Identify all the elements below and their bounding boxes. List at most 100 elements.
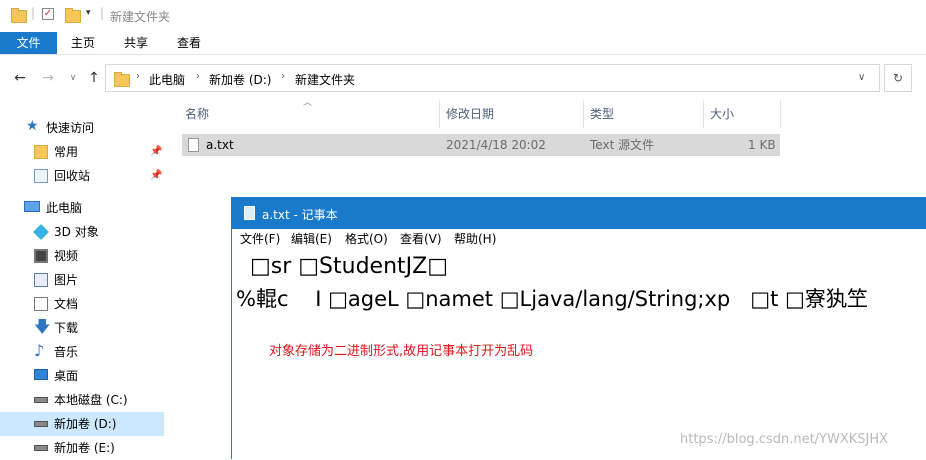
desktop-icon bbox=[34, 369, 48, 380]
notepad-icon bbox=[244, 206, 255, 220]
drive-icon bbox=[34, 445, 48, 451]
column-divider[interactable] bbox=[780, 100, 781, 128]
sidebar-item-label: 回收站 bbox=[54, 169, 91, 183]
tab-home[interactable]: 主页 bbox=[63, 32, 103, 54]
sidebar-item-drive-d[interactable]: 新加卷 (D:) bbox=[0, 412, 164, 436]
column-divider[interactable] bbox=[439, 100, 440, 128]
breadcrumb-separator[interactable]: › bbox=[281, 71, 285, 82]
column-header-size[interactable]: 大小 bbox=[710, 100, 734, 128]
sidebar-item-pictures[interactable]: 图片 bbox=[0, 268, 164, 292]
sidebar-item-label: 桌面 bbox=[54, 369, 79, 383]
tab-file[interactable]: 文件 bbox=[0, 32, 57, 54]
new-folder-icon[interactable] bbox=[65, 8, 81, 23]
sidebar-item-label: 快速访问 bbox=[46, 121, 95, 135]
sidebar-item-3d-objects[interactable]: 3D 对象 bbox=[0, 220, 164, 244]
film-icon bbox=[34, 249, 48, 263]
sidebar-item-downloads[interactable]: 🡇 下载 bbox=[0, 316, 164, 340]
sidebar-item-videos[interactable]: 视频 bbox=[0, 244, 164, 268]
column-divider[interactable] bbox=[703, 100, 704, 128]
text-file-icon bbox=[188, 138, 199, 152]
menu-view[interactable]: 查看(V) bbox=[400, 229, 442, 249]
sidebar-item-label: 文档 bbox=[54, 297, 79, 311]
back-arrow-icon[interactable]: ← bbox=[10, 62, 30, 94]
sidebar-item-label: 常用 bbox=[54, 145, 79, 159]
sidebar-item-drive-c[interactable]: 本地磁盘 (C:) bbox=[0, 388, 164, 412]
ribbon-tabs: 文件 主页 共享 查看 bbox=[0, 32, 926, 55]
breadcrumb-separator[interactable]: › bbox=[196, 71, 200, 82]
sidebar-item-quick-access[interactable]: ★ 快速访问 bbox=[0, 116, 164, 140]
divider: | bbox=[31, 6, 36, 20]
picture-icon bbox=[34, 273, 48, 287]
column-header-modified[interactable]: 修改日期 bbox=[446, 100, 494, 128]
recent-locations-icon[interactable]: ∨ bbox=[63, 62, 83, 94]
folder-icon bbox=[114, 72, 130, 87]
notepad-window: a.txt - 记事本 文件(F) 编辑(E) 格式(O) 查看(V) 帮助(H… bbox=[231, 197, 926, 459]
tab-share[interactable]: 共享 bbox=[116, 32, 156, 54]
pin-icon[interactable]: 📌 bbox=[150, 164, 162, 188]
file-modified: 2021/4/18 20:02 bbox=[446, 138, 546, 152]
refresh-icon[interactable]: ↻ bbox=[884, 64, 912, 92]
customize-toolbar-icon[interactable]: ▾ bbox=[86, 8, 91, 18]
address-dropdown-icon[interactable]: ∨ bbox=[858, 72, 865, 83]
properties-icon[interactable]: ✓ bbox=[42, 8, 54, 20]
notepad-menu-bar: 文件(F) 编辑(E) 格式(O) 查看(V) 帮助(H) bbox=[232, 229, 926, 249]
sidebar-item-music[interactable]: ♪ 音乐 bbox=[0, 340, 164, 364]
address-row: ← → ∨ ↑ › 此电脑 › 新加卷 (D:) › 新建文件夹 ∨ ↻ bbox=[0, 62, 926, 94]
menu-format[interactable]: 格式(O) bbox=[345, 229, 388, 249]
divider: | bbox=[100, 6, 105, 20]
sidebar-item-desktop[interactable]: 桌面 bbox=[0, 364, 164, 388]
column-divider[interactable] bbox=[583, 100, 584, 128]
sidebar-item-label: 新加卷 (D:) bbox=[54, 417, 117, 431]
file-size: 1 KB bbox=[748, 138, 776, 152]
sidebar-item-label: 图片 bbox=[54, 273, 79, 287]
annotation-note: 对象存储为二进制形式,故用记事本打开为乱码 bbox=[269, 344, 534, 359]
music-note-icon: ♪ bbox=[34, 341, 45, 360]
notepad-title: a.txt - 记事本 bbox=[262, 208, 338, 222]
text-line-1[interactable]: □sr □StudentJZ□ bbox=[236, 254, 448, 279]
sort-ascending-icon: ︿ bbox=[303, 98, 313, 108]
sidebar-item-label: 3D 对象 bbox=[54, 225, 99, 239]
download-arrow-icon: 🡇 bbox=[34, 317, 51, 336]
sidebar-item-this-pc[interactable]: 此电脑 bbox=[0, 196, 164, 220]
menu-file[interactable]: 文件(F) bbox=[240, 229, 280, 249]
file-name: a.txt bbox=[206, 138, 234, 152]
text-line-2[interactable]: %輥c I □ageL □namet □Ljava/lang/String;xp… bbox=[236, 283, 868, 313]
sidebar-item-label: 音乐 bbox=[54, 345, 79, 359]
file-type: Text 源文件 bbox=[590, 138, 655, 152]
sidebar-item-label: 此电脑 bbox=[46, 201, 83, 215]
recycle-bin-icon bbox=[34, 169, 48, 183]
menu-edit[interactable]: 编辑(E) bbox=[291, 229, 332, 249]
breadcrumb-this-pc[interactable]: 此电脑 bbox=[149, 71, 185, 88]
breadcrumb-separator[interactable]: › bbox=[136, 71, 140, 82]
sidebar-item-frequent[interactable]: 常用 📌 bbox=[0, 140, 164, 164]
window-title: 新建文件夹 bbox=[110, 10, 171, 24]
notepad-title-bar[interactable]: a.txt - 记事本 bbox=[232, 197, 926, 229]
pin-icon[interactable]: 📌 bbox=[150, 140, 162, 164]
drive-icon bbox=[34, 421, 48, 427]
document-icon bbox=[34, 297, 48, 311]
sidebar-item-drive-e[interactable]: 新加卷 (E:) bbox=[0, 436, 164, 460]
sidebar-item-label: 下载 bbox=[54, 321, 79, 335]
up-arrow-icon[interactable]: ↑ bbox=[84, 62, 104, 94]
sidebar-item-label: 视频 bbox=[54, 249, 79, 263]
star-icon: ★ bbox=[26, 118, 39, 134]
drive-icon bbox=[34, 397, 48, 403]
folder-icon bbox=[11, 8, 27, 23]
breadcrumb-drive-d[interactable]: 新加卷 (D:) bbox=[209, 71, 271, 88]
tab-view[interactable]: 查看 bbox=[169, 32, 209, 54]
sidebar-item-label: 新加卷 (E:) bbox=[54, 441, 115, 455]
address-bar[interactable]: › 此电脑 › 新加卷 (D:) › 新建文件夹 ∨ bbox=[105, 64, 880, 92]
explorer-title-bar: | ✓ ▾ | 新建文件夹 bbox=[0, 0, 926, 32]
cube-icon bbox=[33, 224, 49, 240]
sidebar-item-recycle-bin[interactable]: 回收站 📌 bbox=[0, 164, 164, 188]
computer-icon bbox=[24, 201, 40, 212]
column-header-type[interactable]: 类型 bbox=[590, 100, 614, 128]
menu-help[interactable]: 帮助(H) bbox=[454, 229, 496, 249]
column-header-name[interactable]: 名称 bbox=[185, 100, 209, 128]
sidebar-item-label: 本地磁盘 (C:) bbox=[54, 393, 128, 407]
file-row[interactable]: a.txt 2021/4/18 20:02 Text 源文件 1 KB bbox=[182, 134, 780, 156]
watermark: https://blog.csdn.net/YWXKSJHX bbox=[680, 432, 889, 447]
breadcrumb-current-folder[interactable]: 新建文件夹 bbox=[295, 71, 355, 88]
forward-arrow-icon[interactable]: → bbox=[38, 62, 58, 94]
sidebar-item-documents[interactable]: 文档 bbox=[0, 292, 164, 316]
